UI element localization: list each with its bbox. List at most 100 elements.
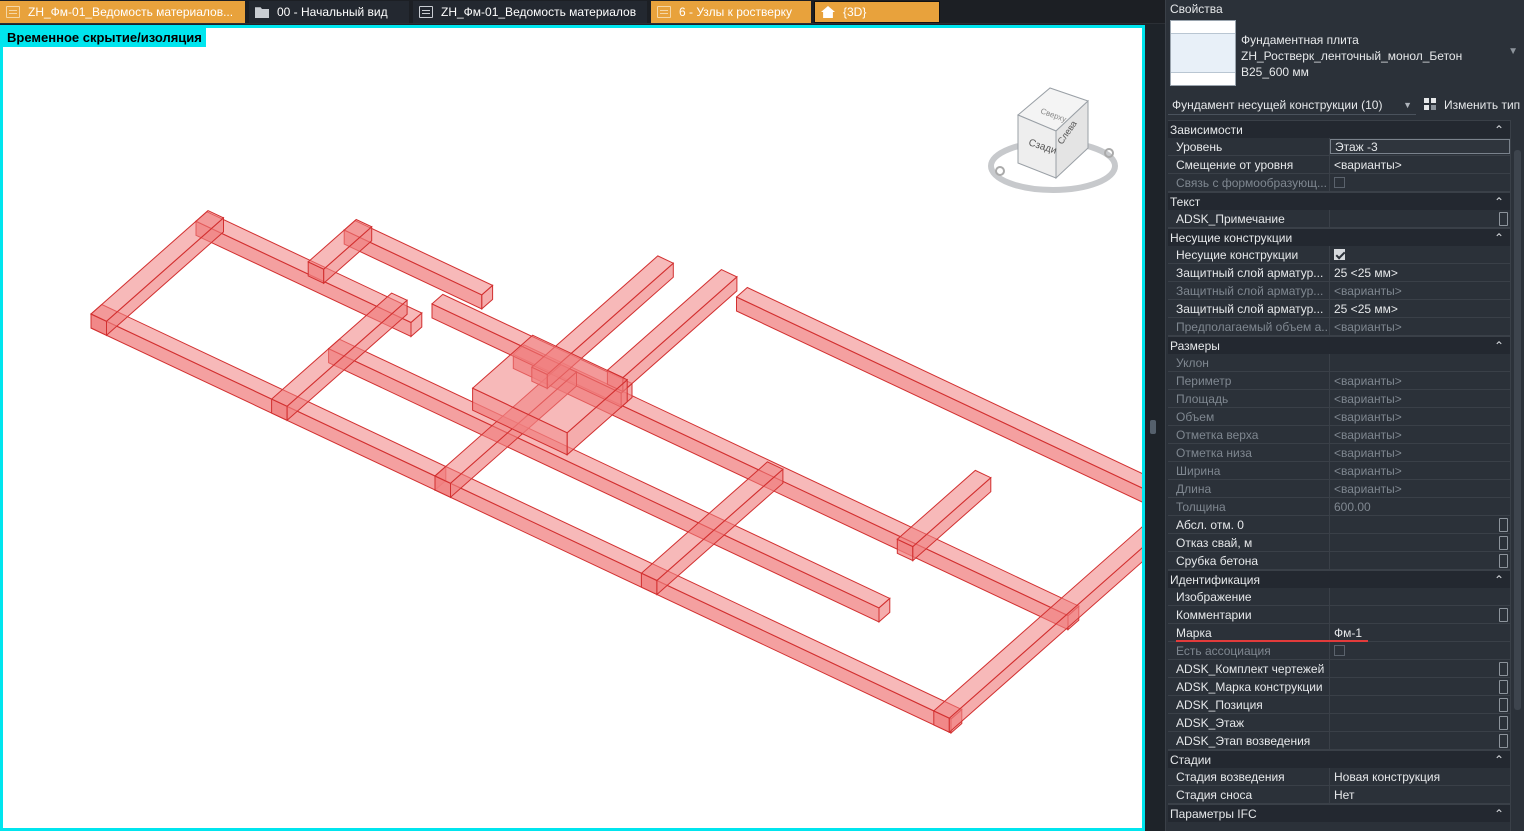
foundation-beam-end[interactable] [106, 216, 224, 337]
property-row[interactable]: ADSK_Этап возведения [1168, 732, 1510, 750]
property-value[interactable] [1330, 696, 1510, 713]
property-row[interactable]: ADSK_Позиция [1168, 696, 1510, 714]
property-group-header[interactable]: Несущие конструкции ⌃ [1168, 228, 1510, 246]
sheet-icon [657, 6, 671, 18]
edit-value-button[interactable] [1499, 698, 1508, 712]
viewport-canvas[interactable]: Сзади Слева Сверху Временное скрытие/изо… [3, 28, 1142, 828]
property-row[interactable]: Площадь <варианты> [1168, 390, 1510, 408]
property-row[interactable]: Отметка верха <варианты> [1168, 426, 1510, 444]
edit-value-button[interactable] [1499, 518, 1508, 532]
property-group-header[interactable]: Стадии ⌃ [1168, 750, 1510, 768]
property-row[interactable]: Длина <варианты> [1168, 480, 1510, 498]
collapse-icon[interactable]: ⌃ [1494, 195, 1504, 209]
property-row[interactable]: Защитный слой арматур... <варианты> [1168, 282, 1510, 300]
property-value[interactable] [1330, 516, 1510, 533]
property-row[interactable]: Периметр <варианты> [1168, 372, 1510, 390]
tab-3d-view[interactable]: {3D} [814, 1, 940, 23]
property-row[interactable]: Срубка бетона [1168, 552, 1510, 570]
tab-pile-cap-nodes[interactable]: 6 - Узлы к ростверку [651, 1, 811, 23]
property-row[interactable]: Предполагаемый объем а... <варианты> [1168, 318, 1510, 336]
property-row[interactable]: ADSK_Комплект чертежей [1168, 660, 1510, 678]
3d-viewport[interactable]: Сзади Слева Сверху Временное скрытие/изо… [0, 25, 1145, 831]
scrollbar-thumb[interactable] [1514, 150, 1521, 710]
foundation-beam-top[interactable] [434, 465, 963, 720]
collapse-icon[interactable]: ⌃ [1494, 339, 1504, 353]
property-row[interactable]: Абсл. отм. 0 [1168, 516, 1510, 534]
property-value[interactable]: 25 <25 мм> [1330, 264, 1510, 281]
property-value[interactable]: <варианты> [1330, 156, 1510, 173]
property-row[interactable]: Толщина 600.00 [1168, 498, 1510, 516]
collapse-icon[interactable]: ⌃ [1494, 753, 1504, 767]
edit-value-button[interactable] [1499, 734, 1508, 748]
type-dropdown-arrow[interactable]: ▼ [1508, 46, 1518, 57]
collapse-icon[interactable]: ⌃ [1494, 231, 1504, 245]
property-row[interactable]: ADSK_Марка конструкции [1168, 678, 1510, 696]
foundation-beam-top[interactable] [896, 469, 992, 548]
foundation-beam-side[interactable] [90, 313, 436, 491]
edit-value-button[interactable] [1499, 554, 1508, 568]
collapse-icon[interactable]: ⌃ [1494, 573, 1504, 587]
property-value[interactable] [1330, 606, 1510, 623]
edit-value-button[interactable] [1499, 536, 1508, 550]
edit-value-button[interactable] [1499, 680, 1508, 694]
instance-filter-select[interactable]: Фундамент несущей конструкции (10) ▼ [1168, 95, 1416, 115]
foundation-beam-top[interactable] [90, 210, 225, 322]
edit-value-button[interactable] [1499, 716, 1508, 730]
tab-schedule-materials-1[interactable]: ZH_Фм-01_Ведомость материалов... [0, 1, 245, 23]
foundation-beam-end[interactable] [286, 299, 408, 422]
property-row[interactable]: Объем <варианты> [1168, 408, 1510, 426]
type-preview[interactable]: Фундаментная плита ZH_Ростверк_ленточный… [1170, 20, 1524, 88]
checkbox[interactable] [1334, 249, 1345, 260]
property-value[interactable]: Фм-1 [1330, 624, 1510, 641]
edit-value-button[interactable] [1499, 212, 1508, 226]
property-value[interactable] [1330, 210, 1510, 227]
property-row[interactable]: ADSK_Этаж [1168, 714, 1510, 732]
property-value[interactable] [1330, 714, 1510, 731]
property-row[interactable]: Стадия сноса Нет [1168, 786, 1510, 804]
edit-value-button[interactable] [1499, 608, 1508, 622]
property-row[interactable]: Смещение от уровня <варианты> [1168, 156, 1510, 174]
property-group-header[interactable]: Текст ⌃ [1168, 192, 1510, 210]
property-row[interactable]: Есть ассоциация [1168, 642, 1510, 660]
properties-scrollbar[interactable] [1510, 120, 1524, 831]
property-value[interactable]: Нет [1330, 786, 1510, 803]
property-row[interactable]: Отказ свай, м [1168, 534, 1510, 552]
property-row[interactable]: Отметка низа <варианты> [1168, 444, 1510, 462]
folder-icon [255, 7, 269, 18]
property-value[interactable] [1330, 534, 1510, 551]
viewport-splitter-handle[interactable] [1150, 420, 1156, 434]
property-row[interactable]: Защитный слой арматур... 25 <25 мм> [1168, 300, 1510, 318]
collapse-icon[interactable]: ⌃ [1494, 123, 1504, 137]
property-group-header[interactable]: Зависимости ⌃ [1168, 120, 1510, 138]
property-row[interactable]: Уровень Этаж -3 [1168, 138, 1510, 156]
property-value[interactable] [1330, 588, 1510, 605]
property-group-header[interactable]: Идентификация ⌃ [1168, 570, 1510, 588]
tab-start-view[interactable]: 00 - Начальный вид [249, 1, 409, 23]
property-value[interactable] [1330, 660, 1510, 677]
property-value[interactable] [1330, 678, 1510, 695]
edit-type-button[interactable]: Изменить тип [1424, 98, 1520, 112]
tab-schedule-materials-2[interactable]: ZH_Фм-01_Ведомость материалов [413, 1, 647, 23]
property-row[interactable]: Защитный слой арматур... 25 <25 мм> [1168, 264, 1510, 282]
property-value[interactable] [1330, 246, 1510, 263]
property-row[interactable]: Ширина <варианты> [1168, 462, 1510, 480]
edit-value-button[interactable] [1499, 662, 1508, 676]
property-row[interactable]: ADSK_Примечание [1168, 210, 1510, 228]
property-value[interactable]: 25 <25 мм> [1330, 300, 1510, 317]
property-row[interactable]: Стадия возведения Новая конструкция [1168, 768, 1510, 786]
property-value[interactable]: Новая конструкция [1330, 768, 1510, 785]
property-group-header[interactable]: Параметры IFC ⌃ [1168, 804, 1510, 822]
property-row[interactable]: Комментарии [1168, 606, 1510, 624]
property-value[interactable] [1330, 552, 1510, 569]
property-row[interactable]: Несущие конструкции [1168, 246, 1510, 264]
collapse-icon[interactable]: ⌃ [1494, 807, 1504, 821]
property-row[interactable]: Уклон [1168, 354, 1510, 372]
foundation-beam-end[interactable] [656, 468, 784, 596]
property-value[interactable] [1330, 732, 1510, 749]
property-value-text: Нет [1334, 788, 1355, 802]
property-group-header[interactable]: Размеры ⌃ [1168, 336, 1510, 354]
property-value[interactable]: Этаж -3 [1330, 139, 1510, 154]
property-row[interactable]: Изображение [1168, 588, 1510, 606]
property-row[interactable]: Связь с формообразующ... [1168, 174, 1510, 192]
foundation-model[interactable]: Сзади Слева Сверху [3, 28, 1142, 828]
